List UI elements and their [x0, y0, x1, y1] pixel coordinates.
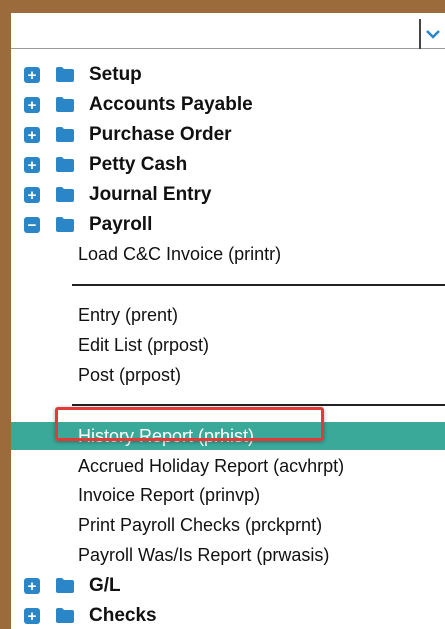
menu-separator [72, 284, 445, 286]
menu-panel: + Setup + Accounts Payable + Purchase Or… [11, 13, 445, 629]
tree-node-setup[interactable]: + Setup [11, 60, 445, 90]
folder-icon [56, 67, 74, 82]
tree-label-setup: Setup [89, 64, 142, 85]
menu-item-label: Payroll Was/Is Report (prwasis) [78, 544, 330, 565]
folder-icon [56, 578, 74, 593]
callout-highlight [55, 407, 324, 441]
folder-icon [56, 187, 74, 202]
menu-item-post[interactable]: Post (prpost) [11, 360, 445, 390]
menu-item-label: Post (prpost) [78, 364, 182, 385]
expand-icon[interactable]: + [24, 97, 40, 113]
menu-item-edit-list[interactable]: Edit List (prpost) [11, 330, 445, 360]
menu-item-entry[interactable]: Entry (prent) [11, 300, 445, 330]
expand-icon[interactable]: + [24, 608, 40, 624]
expand-icon[interactable]: + [24, 157, 40, 173]
dropdown-button[interactable] [419, 19, 445, 49]
menu-item-label: Accrued Holiday Report (acvhrpt) [78, 455, 345, 476]
menu-item-label: Edit List (prpost) [78, 334, 210, 355]
tree-label-accounts-payable: Accounts Payable [89, 94, 253, 115]
expand-icon[interactable]: + [24, 187, 40, 203]
menu-item-label: Invoice Report (prinvp) [78, 484, 261, 505]
tree-node-journal-entry[interactable]: + Journal Entry [11, 180, 445, 210]
folder-icon [56, 217, 74, 232]
menu-item-load-cc-invoice[interactable]: Load C&C Invoice (printr) [11, 239, 445, 269]
tree-label-journal-entry: Journal Entry [89, 184, 212, 205]
tree-label-payroll: Payroll [89, 214, 153, 235]
expand-icon[interactable]: + [24, 127, 40, 143]
folder-icon [56, 157, 74, 172]
tree-label-petty-cash: Petty Cash [89, 154, 188, 175]
folder-icon [56, 127, 74, 142]
expand-icon[interactable]: + [24, 578, 40, 594]
tree-node-petty-cash[interactable]: + Petty Cash [11, 150, 445, 180]
menu-item-label: Load C&C Invoice (printr) [78, 243, 282, 264]
menu-separator [72, 404, 445, 406]
menu-select[interactable] [11, 13, 445, 49]
tree-node-payroll[interactable]: − Payroll [11, 210, 445, 240]
tree-node-purchase-order[interactable]: + Purchase Order [11, 120, 445, 150]
menu-item-label: Print Payroll Checks (prckprnt) [78, 514, 323, 535]
menu-item-print-payroll-checks[interactable]: Print Payroll Checks (prckprnt) [11, 510, 445, 540]
collapse-icon[interactable]: − [24, 217, 40, 233]
tree-node-gl[interactable]: + G/L [11, 571, 445, 601]
expand-icon[interactable]: + [24, 67, 40, 83]
menu-item-invoice-report[interactable]: Invoice Report (prinvp) [11, 480, 445, 510]
tree-node-accounts-payable[interactable]: + Accounts Payable [11, 90, 445, 120]
menu-item-accrued-holiday-report[interactable]: Accrued Holiday Report (acvhrpt) [11, 451, 445, 481]
menu-item-label: Entry (prent) [78, 304, 179, 325]
chevron-down-icon [426, 30, 440, 39]
tree-label-gl: G/L [89, 575, 121, 596]
folder-icon [56, 97, 74, 112]
folder-icon [56, 608, 74, 623]
menu-item-payroll-was-is-report[interactable]: Payroll Was/Is Report (prwasis) [11, 540, 445, 570]
tree-node-checks[interactable]: + Checks [11, 601, 445, 629]
tree-label-purchase-order: Purchase Order [89, 124, 232, 145]
tree-label-checks: Checks [89, 605, 157, 626]
